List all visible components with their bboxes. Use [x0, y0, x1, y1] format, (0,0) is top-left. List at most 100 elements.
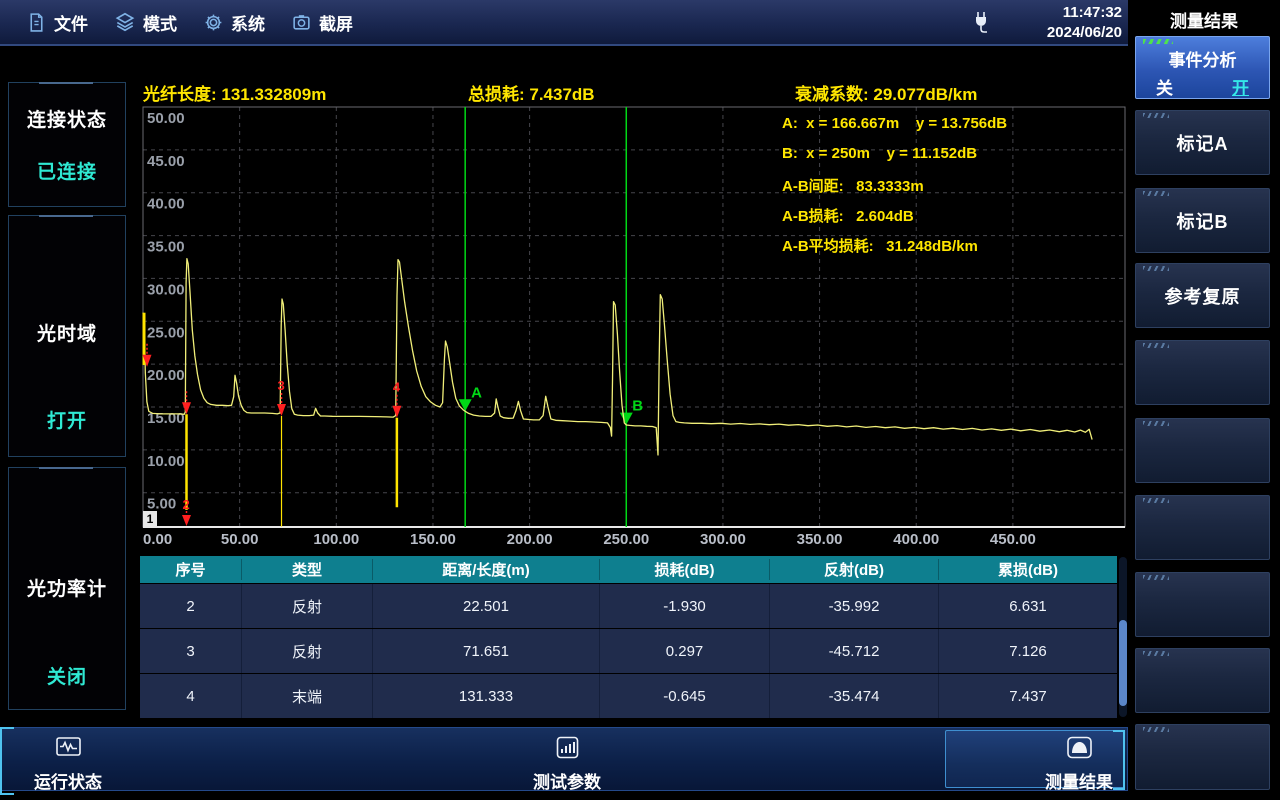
menu-screenshot[interactable]: 截屏	[291, 10, 353, 35]
menu-system[interactable]: 系统	[203, 10, 265, 35]
marker-b-button[interactable]: 标记B	[1135, 188, 1270, 253]
cell: -45.712	[769, 629, 938, 673]
svg-text:0.00: 0.00	[143, 531, 172, 548]
corner-slash-icon	[1143, 266, 1169, 271]
col-reflect: 反射(dB)	[769, 559, 938, 580]
cell: 3	[140, 629, 241, 673]
svg-text:250.00: 250.00	[603, 531, 649, 548]
empty-button[interactable]	[1135, 724, 1270, 790]
svg-text:30.00: 30.00	[147, 281, 185, 298]
cell: 末端	[241, 674, 372, 718]
svg-text:20.00: 20.00	[147, 367, 185, 384]
event-analysis-title: 事件分析	[1136, 46, 1269, 71]
cell: 2	[140, 584, 241, 628]
event-analysis-off[interactable]: 关	[1156, 74, 1173, 99]
menu-screenshot-label: 截屏	[319, 10, 353, 35]
results-icon	[1066, 735, 1093, 765]
events-table: 序号 类型 距离/长度(m) 损耗(dB) 反射(dB) 累损(dB) 2 反射…	[140, 556, 1117, 718]
svg-text:350.00: 350.00	[797, 531, 843, 548]
svg-text:100.00: 100.00	[313, 531, 359, 548]
otdr-panel-status: 打开	[9, 406, 125, 433]
menu-file-label: 文件	[54, 10, 88, 35]
corner-slash-icon	[1143, 39, 1173, 44]
empty-button[interactable]	[1135, 495, 1270, 560]
corner-slash-icon	[1143, 575, 1169, 580]
fiber-length-value: 光纤长度: 131.332809m	[143, 80, 326, 105]
tab-run-status-label: 运行状态	[34, 768, 102, 793]
ab-distance-readout: A-B间距: 83.3333m	[782, 175, 924, 196]
menu-mode[interactable]: 模式	[114, 10, 177, 35]
layers-icon	[114, 11, 136, 33]
connection-status-title: 连接状态	[9, 105, 125, 132]
tab-measure-results-label: 测量结果	[1045, 768, 1113, 793]
cell: 71.651	[372, 629, 599, 673]
svg-text:200.00: 200.00	[507, 531, 553, 548]
svg-text:2: 2	[182, 497, 189, 512]
svg-text:25.00: 25.00	[147, 324, 185, 341]
empty-button[interactable]	[1135, 418, 1270, 483]
reference-restore-button[interactable]: 参考复原	[1135, 263, 1270, 328]
power-plug-icon	[970, 10, 994, 41]
table-scrollbar-thumb[interactable]	[1119, 620, 1127, 706]
gear-icon	[203, 12, 224, 33]
table-row[interactable]: 2 反射 22.501 -1.930 -35.992 6.631	[140, 584, 1117, 628]
col-type: 类型	[241, 559, 372, 580]
date-text: 2024/06/20	[1047, 23, 1122, 43]
tab-test-params-label: 测试参数	[533, 768, 601, 793]
otdr-panel[interactable]: 光时域 打开	[8, 215, 126, 457]
svg-text:35.00: 35.00	[147, 239, 185, 256]
file-icon	[26, 12, 47, 33]
top-menu-bar: 文件 模式 系统 截屏 11:47:32 2024/06/20	[0, 0, 1128, 46]
menu-file[interactable]: 文件	[26, 10, 88, 35]
event-analysis-on[interactable]: 开	[1232, 74, 1249, 99]
cursor-b-readout: B: x = 250m y = 11.152dB	[782, 145, 977, 162]
corner-slash-icon	[1143, 727, 1169, 732]
waveform-icon	[55, 735, 82, 765]
tab-test-params[interactable]: 测试参数	[512, 735, 622, 793]
right-sidebar: 测量结果 事件分析 关 开 标记A 标记B 参考复原	[1128, 0, 1280, 800]
svg-text:5.00: 5.00	[147, 496, 176, 513]
svg-text:3: 3	[278, 378, 285, 393]
cell: 0.297	[599, 629, 769, 673]
empty-button[interactable]	[1135, 648, 1270, 713]
col-index: 序号	[140, 559, 241, 580]
clock: 11:47:32 2024/06/20	[1047, 3, 1122, 43]
cursor-a-readout: A: x = 166.667m y = 13.756dB	[782, 115, 1007, 132]
col-loss: 损耗(dB)	[599, 559, 769, 580]
table-row[interactable]: 3 反射 71.651 0.297 -45.712 7.126	[140, 629, 1117, 673]
marker-a-button[interactable]: 标记A	[1135, 110, 1270, 175]
connection-status-panel: 连接状态 已连接	[8, 82, 126, 207]
svg-text:1: 1	[147, 512, 154, 526]
cell: -35.474	[769, 674, 938, 718]
cell: -35.992	[769, 584, 938, 628]
svg-text:450.00: 450.00	[990, 531, 1036, 548]
col-cumloss: 累损(dB)	[938, 559, 1117, 580]
otdr-chart[interactable]: 50.0045.0040.0035.0030.0025.0020.0015.00…	[140, 103, 1128, 550]
empty-button[interactable]	[1135, 572, 1270, 637]
corner-slash-icon	[1143, 113, 1169, 118]
power-meter-title: 光功率计	[9, 574, 125, 601]
event-analysis-button[interactable]: 事件分析 关 开	[1135, 36, 1270, 99]
bottom-tab-bar: 运行状态 测试参数 测量结果	[0, 727, 1128, 791]
svg-text:45.00: 45.00	[147, 153, 185, 170]
table-row[interactable]: 4 末端 131.333 -0.645 -35.474 7.437	[140, 674, 1117, 718]
cell: 6.631	[938, 584, 1117, 628]
svg-text:400.00: 400.00	[893, 531, 939, 548]
tab-measure-results[interactable]: 测量结果	[1026, 735, 1132, 793]
tab-run-status[interactable]: 运行状态	[13, 735, 123, 793]
menu-mode-label: 模式	[143, 10, 177, 35]
cell: -0.645	[599, 674, 769, 718]
cell: 7.437	[938, 674, 1117, 718]
cell: -1.930	[599, 584, 769, 628]
connection-status-value: 已连接	[9, 157, 125, 184]
screenshot-icon	[291, 12, 312, 33]
empty-button[interactable]	[1135, 340, 1270, 405]
corner-slash-icon	[1143, 343, 1169, 348]
svg-text:50.00: 50.00	[221, 531, 259, 548]
cell: 22.501	[372, 584, 599, 628]
otdr-panel-title: 光时域	[9, 319, 125, 346]
corner-slash-icon	[1143, 498, 1169, 503]
power-meter-panel[interactable]: 光功率计 关闭	[8, 467, 126, 710]
svg-text:B: B	[632, 398, 643, 415]
time-text: 11:47:32	[1047, 3, 1122, 23]
